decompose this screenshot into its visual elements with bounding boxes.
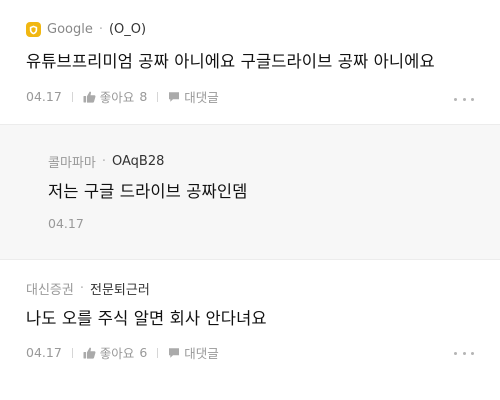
meta-separator: ·: [101, 154, 106, 169]
reply-button[interactable]: 대댓글: [168, 87, 219, 106]
footer-divider: [71, 347, 73, 358]
comment-meta: 대신증권 · 전문퇴근러: [26, 279, 150, 298]
speech-bubble-icon: [169, 347, 180, 358]
comment-item: Google · (O_O) 유튜브프리미엄 공짜 아니에요 구글드라이브 공짜…: [0, 0, 500, 124]
nickname[interactable]: (O_O): [109, 22, 146, 37]
nickname[interactable]: 전문퇴근러: [90, 279, 150, 298]
comment-footer: 04.17: [48, 216, 84, 231]
speech-bubble-icon: [169, 91, 180, 102]
thumbs-up-icon: [83, 347, 96, 359]
comment-date: 04.17: [26, 89, 62, 104]
comment-item: 대신증권 · 전문퇴근러 나도 오를 주식 알면 회사 안다녀요 04.17 좋…: [0, 260, 500, 400]
reply-label: 대댓글: [184, 346, 219, 361]
like-label: 좋아요: [99, 346, 135, 361]
comment-meta: Google · (O_O): [26, 22, 146, 37]
comment-text: 저는 구글 드라이브 공짜인뎀: [48, 182, 248, 201]
comment-date: 04.17: [48, 216, 84, 231]
comment-footer: 04.17 좋아요 6 대댓글: [26, 343, 219, 362]
meta-separator: ·: [98, 22, 103, 37]
like-button[interactable]: 좋아요 8: [83, 87, 147, 106]
footer-divider: [157, 347, 159, 358]
comment-footer: 04.17 좋아요 8 대댓글: [26, 87, 219, 106]
reply-button[interactable]: 대댓글: [168, 343, 219, 362]
like-label: 좋아요: [99, 90, 135, 105]
thumbs-up-icon: [83, 91, 96, 103]
reply-comment-item: 콜마파마 · OAqB28 저는 구글 드라이브 공짜인뎀 04.17: [0, 124, 500, 260]
footer-divider: [157, 91, 159, 102]
meta-separator: ·: [79, 281, 84, 296]
like-count: 8: [139, 89, 148, 104]
comment-meta: 콜마파마 · OAqB28: [48, 152, 164, 171]
like-button[interactable]: 좋아요 6: [83, 343, 147, 362]
reply-label: 대댓글: [184, 90, 219, 105]
like-count: 6: [139, 345, 148, 360]
nickname[interactable]: OAqB28: [112, 154, 164, 169]
more-options-icon[interactable]: [454, 96, 474, 102]
more-options-icon[interactable]: [454, 350, 474, 356]
comment-date: 04.17: [26, 345, 62, 360]
comment-text: 나도 오를 주식 알면 회사 안다녀요: [26, 309, 267, 328]
company-name[interactable]: Google: [47, 22, 93, 37]
company-name[interactable]: 콜마파마: [48, 152, 96, 171]
footer-divider: [71, 91, 73, 102]
comment-text: 유튜브프리미엄 공짜 아니에요 구글드라이브 공짜 아니에요: [26, 52, 435, 71]
shield-badge-icon: [26, 22, 41, 37]
company-name[interactable]: 대신증권: [26, 279, 74, 298]
